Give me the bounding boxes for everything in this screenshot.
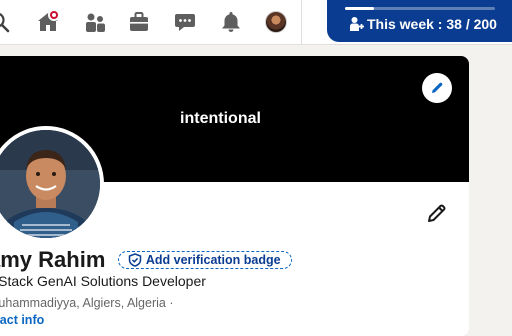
search-icon[interactable]: [0, 10, 12, 34]
weekly-counter-label: This week : 38 / 200: [367, 16, 497, 32]
weekly-progress-fill: [345, 7, 374, 10]
add-verification-badge-button[interactable]: Add verification badge: [117, 251, 292, 269]
profile-headline: ll Stack GenAI Solutions Developer: [0, 273, 206, 289]
pencil-icon: [432, 82, 443, 93]
contact-info-link[interactable]: ntact info: [0, 313, 44, 327]
profile-name-row: amy Rahim Add verification badge: [0, 247, 292, 273]
weekly-counter: This week : 38 / 200: [327, 0, 512, 42]
profile-name: amy Rahim: [0, 247, 106, 272]
home-icon[interactable]: [36, 9, 60, 34]
jobs-icon[interactable]: [127, 10, 151, 34]
banner-text: intentional: [180, 110, 261, 127]
profile-location: Muhammadiyya, Algiers, Algeria ·: [0, 296, 174, 310]
my-network-icon[interactable]: [83, 10, 107, 34]
edit-intro-button[interactable]: [426, 202, 448, 224]
notification-dot: [48, 9, 60, 21]
pencil-icon: [428, 204, 446, 222]
messaging-icon[interactable]: [173, 10, 197, 34]
weekly-progress-track: [345, 7, 495, 10]
verification-label: Add verification badge: [145, 253, 281, 267]
notifications-icon[interactable]: [219, 10, 243, 34]
person-add-icon: [350, 17, 364, 31]
right-rail: [470, 56, 512, 320]
edit-banner-button[interactable]: [422, 73, 452, 103]
me-avatar[interactable]: [265, 11, 287, 33]
nav-divider: [301, 0, 302, 44]
profile-photo-image: [0, 130, 100, 238]
shield-check-icon: [128, 253, 142, 267]
